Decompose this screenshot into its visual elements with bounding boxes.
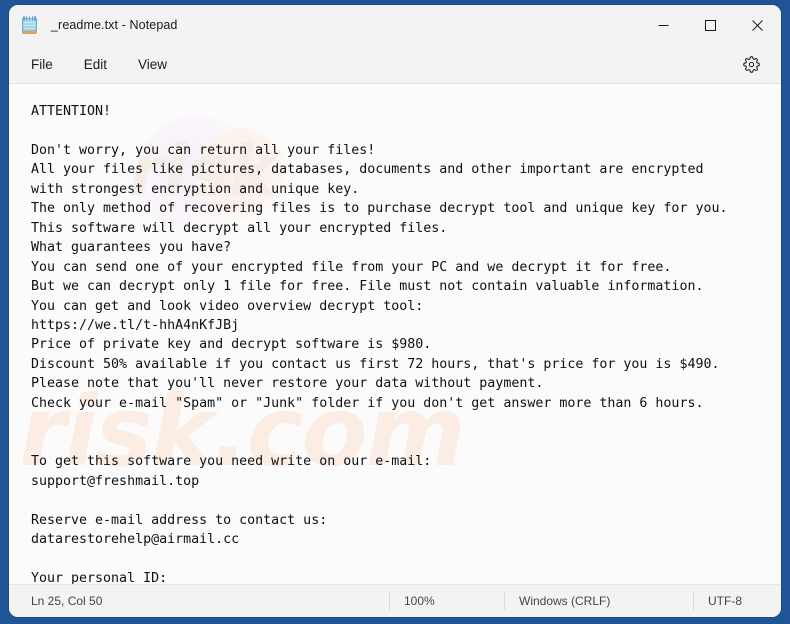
status-encoding[interactable]: UTF-8 — [694, 592, 756, 610]
note-text-content[interactable]: ATTENTION! Don't worry, you can return a… — [9, 84, 781, 584]
status-zoom-level[interactable]: 100% — [390, 592, 504, 610]
gear-icon[interactable] — [736, 50, 766, 78]
note-text: ATTENTION! Don't worry, you can return a… — [31, 104, 728, 584]
menu-item-file[interactable]: File — [21, 53, 63, 76]
close-button[interactable] — [734, 5, 781, 45]
menu-item-view[interactable]: View — [128, 53, 177, 76]
notepad-window: _readme.txt - Notepad File Edit View ris… — [9, 5, 781, 617]
notepad-icon — [20, 15, 40, 35]
menu-item-edit[interactable]: Edit — [74, 53, 117, 76]
title-bar-left: _readme.txt - Notepad — [9, 15, 177, 35]
window-title: _readme.txt - Notepad — [51, 18, 178, 32]
menu-bar: File Edit View — [9, 45, 781, 84]
window-controls — [640, 5, 781, 45]
maximize-button[interactable] — [687, 5, 734, 45]
desktop-background: _readme.txt - Notepad File Edit View ris… — [0, 0, 790, 624]
minimize-button[interactable] — [640, 5, 687, 45]
title-bar[interactable]: _readme.txt - Notepad — [9, 5, 781, 45]
status-cursor-position: Ln 25, Col 50 — [31, 594, 103, 608]
status-bar: Ln 25, Col 50 100% Windows (CRLF) UTF-8 — [9, 584, 781, 617]
text-editor-area[interactable]: risk risk.com ATTENTION! Don't worry, yo… — [9, 84, 781, 584]
status-line-ending[interactable]: Windows (CRLF) — [505, 592, 693, 610]
